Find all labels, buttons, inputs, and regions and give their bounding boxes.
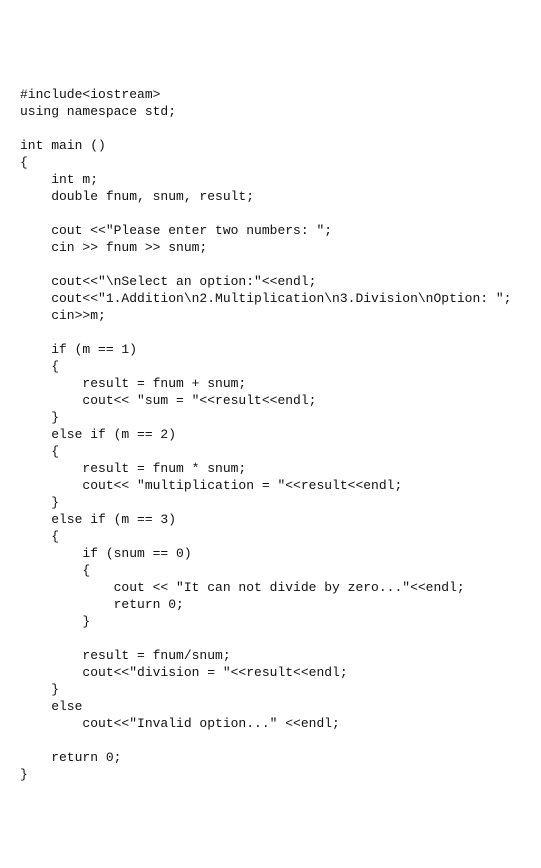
code-line: {	[20, 443, 521, 460]
code-line: cout<< "sum = "<<result<<endl;	[20, 392, 521, 409]
code-line: cin>>m;	[20, 307, 521, 324]
code-line: {	[20, 528, 521, 545]
code-line: {	[20, 562, 521, 579]
code-line: return 0;	[20, 749, 521, 766]
code-line: double fnum, snum, result;	[20, 188, 521, 205]
code-line: }	[20, 613, 521, 630]
code-line: else	[20, 698, 521, 715]
code-line: }	[20, 681, 521, 698]
code-line: else if (m == 3)	[20, 511, 521, 528]
code-line: {	[20, 154, 521, 171]
code-line: result = fnum * snum;	[20, 460, 521, 477]
code-line: }	[20, 409, 521, 426]
code-line	[20, 120, 521, 137]
code-line: if (m == 1)	[20, 341, 521, 358]
code-line	[20, 324, 521, 341]
code-line: cout<< "multiplication = "<<result<<endl…	[20, 477, 521, 494]
code-line: cout<<"division = "<<result<<endl;	[20, 664, 521, 681]
code-line: cout <<"Please enter two numbers: ";	[20, 222, 521, 239]
code-line	[20, 630, 521, 647]
code-line	[20, 732, 521, 749]
code-line: cout << "It can not divide by zero..."<<…	[20, 579, 521, 596]
code-line: else if (m == 2)	[20, 426, 521, 443]
code-line: using namespace std;	[20, 103, 521, 120]
code-line: result = fnum + snum;	[20, 375, 521, 392]
code-line: result = fnum/snum;	[20, 647, 521, 664]
code-line: int m;	[20, 171, 521, 188]
code-line: }	[20, 494, 521, 511]
code-line: int main ()	[20, 137, 521, 154]
code-block: #include<iostream>using namespace std; i…	[20, 86, 521, 783]
code-line: }	[20, 766, 521, 783]
code-line	[20, 256, 521, 273]
code-line: {	[20, 358, 521, 375]
code-line: cout<<"Invalid option..." <<endl;	[20, 715, 521, 732]
code-line: #include<iostream>	[20, 86, 521, 103]
code-line: cout<<"\nSelect an option:"<<endl;	[20, 273, 521, 290]
code-line: cout<<"1.Addition\n2.Multiplication\n3.D…	[20, 290, 521, 307]
code-line	[20, 205, 521, 222]
code-line: if (snum == 0)	[20, 545, 521, 562]
code-line: cin >> fnum >> snum;	[20, 239, 521, 256]
code-line: return 0;	[20, 596, 521, 613]
